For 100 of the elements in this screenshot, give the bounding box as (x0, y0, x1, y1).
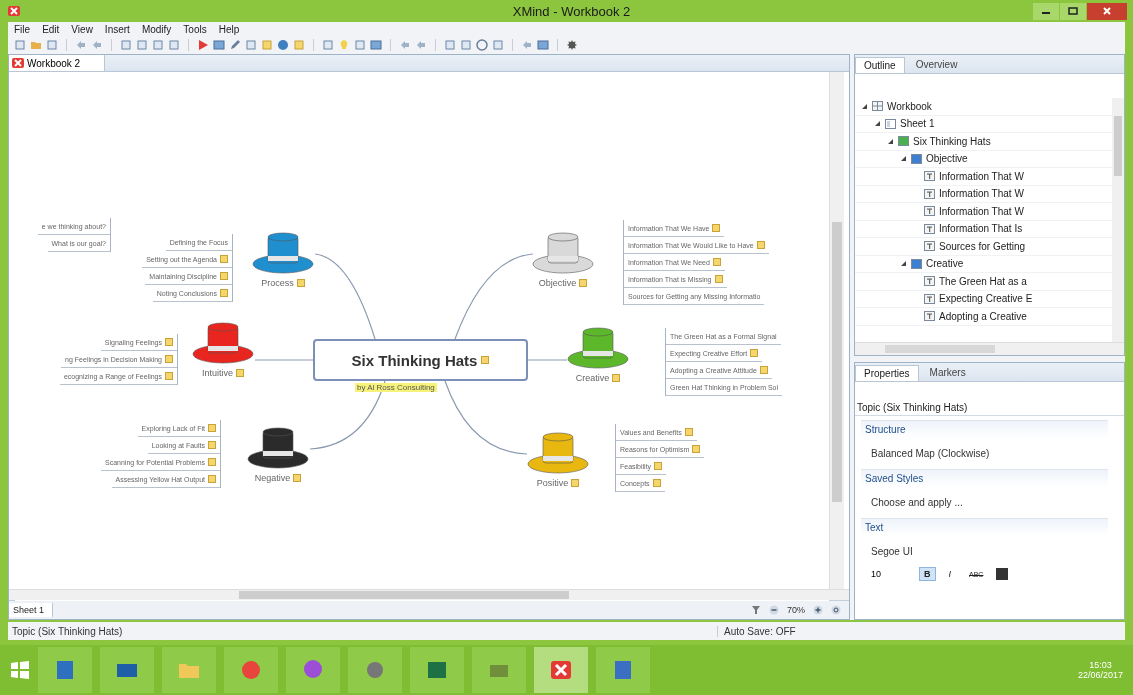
square-icon[interactable] (460, 39, 472, 51)
taskbar-button[interactable] (596, 647, 650, 693)
tree-item[interactable]: The Green Hat as a (939, 275, 1027, 287)
panel-tab[interactable]: Properties (855, 365, 919, 381)
expander-icon[interactable] (887, 137, 894, 145)
expander-icon[interactable] (861, 102, 868, 110)
square-icon[interactable] (136, 39, 148, 51)
font-dropdown[interactable]: Segoe UI (861, 542, 1108, 561)
zoom-fit-icon[interactable] (831, 605, 841, 615)
taskbar-button[interactable] (38, 647, 92, 693)
picture-icon[interactable] (370, 39, 382, 51)
bulb-icon[interactable] (338, 39, 350, 51)
topic-label[interactable]: Intuitive (202, 368, 233, 378)
editor-tab[interactable]: Workbook 2 (9, 55, 106, 71)
text-topic-icon (924, 223, 935, 234)
central-topic[interactable]: Six Thinking Hats (313, 339, 528, 381)
picture-icon[interactable] (213, 39, 225, 51)
topic-label[interactable]: Creative (575, 373, 610, 383)
tree-item[interactable]: Information That W (939, 188, 1024, 200)
globe-icon[interactable] (277, 39, 289, 51)
properties-heading: Topic (Six Thinking Hats) (855, 382, 1124, 416)
expander-icon[interactable] (900, 155, 907, 163)
topic-label[interactable]: Positive (536, 478, 569, 488)
tree-item[interactable]: Six Thinking Hats (913, 135, 991, 147)
topic-label[interactable]: Objective (538, 278, 577, 288)
panel-tab[interactable]: Overview (906, 56, 967, 73)
tree-item[interactable]: Creative (926, 258, 964, 270)
arrow-icon[interactable] (399, 39, 411, 51)
tree-item[interactable]: Sources for Getting (939, 240, 1026, 252)
scroll-thumb[interactable] (239, 591, 569, 599)
scroll-thumb[interactable] (885, 345, 995, 353)
taskbar-button[interactable] (286, 647, 340, 693)
format-button[interactable]: I (943, 567, 956, 581)
square-icon[interactable] (152, 39, 164, 51)
tree-item[interactable]: Expecting Creative E (939, 293, 1033, 305)
tree-item[interactable]: Adopting a Creative (939, 310, 1027, 322)
connector-line (527, 359, 568, 361)
menu-item[interactable]: Help (218, 24, 240, 35)
structure-dropdown[interactable]: Balanced Map (Clockwise) (861, 444, 1108, 463)
tree-item[interactable]: Objective (926, 153, 968, 165)
undo-icon[interactable] (75, 39, 87, 51)
arrow-icon[interactable] (415, 39, 427, 51)
filter-icon[interactable] (751, 605, 761, 615)
tree-item[interactable]: Information That W (939, 170, 1024, 182)
text-topic-icon (924, 206, 935, 217)
style-dropdown[interactable]: Choose and apply ... (861, 493, 1108, 512)
topic-label[interactable]: Process (261, 278, 294, 288)
scroll-thumb[interactable] (1114, 116, 1122, 176)
color-swatch[interactable] (996, 568, 1009, 580)
square-icon[interactable] (245, 39, 257, 51)
format-button[interactable]: B (919, 567, 936, 581)
menu-item[interactable]: Modify (141, 24, 172, 35)
arrow-icon[interactable] (521, 39, 533, 51)
windows-logo-icon[interactable] (10, 660, 30, 680)
tree-item[interactable]: Sheet 1 (900, 118, 935, 130)
zoom-out-icon[interactable] (769, 605, 779, 615)
text-topic-icon (924, 188, 935, 199)
font-size-field[interactable]: 10 (871, 569, 911, 579)
minimize-button[interactable] (1033, 2, 1059, 20)
clock-icon[interactable] (476, 39, 488, 51)
expander-icon[interactable] (900, 260, 907, 268)
picture-icon[interactable] (537, 39, 549, 51)
taskbar-button[interactable] (348, 647, 402, 693)
vertical-scrollbar[interactable] (829, 72, 844, 589)
taskbar-button[interactable] (534, 647, 588, 693)
taskbar-button[interactable] (100, 647, 154, 693)
note-icon[interactable] (293, 39, 305, 51)
taskbar-button[interactable] (472, 647, 526, 693)
settings-icon[interactable] (566, 39, 578, 51)
note-icon[interactable] (261, 39, 273, 51)
menu-item[interactable]: View (71, 24, 93, 35)
close-button[interactable] (1087, 2, 1127, 20)
panel-tab[interactable]: Outline (855, 57, 905, 73)
sheet-tab[interactable]: Sheet 1 (9, 603, 54, 617)
expander-icon[interactable] (874, 120, 881, 128)
menu-item[interactable]: Edit (42, 24, 60, 35)
pencil-icon[interactable] (229, 39, 241, 51)
horizontal-scrollbar[interactable] (9, 589, 849, 600)
vertical-scrollbar[interactable] (1112, 98, 1124, 342)
topic-icon (911, 258, 922, 269)
panel-tab[interactable]: Markers (920, 364, 975, 381)
topic-label[interactable]: Negative (254, 473, 291, 483)
flag-icon[interactable] (197, 39, 209, 51)
tree-item[interactable]: Workbook (887, 100, 932, 112)
taskbar-button[interactable] (224, 647, 278, 693)
topic-icon (898, 136, 909, 147)
maximize-button[interactable] (1060, 2, 1086, 20)
tree-item[interactable]: Information That Is (939, 223, 1023, 235)
menu-item[interactable]: Tools (183, 24, 207, 35)
taskbar-button[interactable] (410, 647, 464, 693)
zoom-in-icon[interactable] (813, 605, 823, 615)
square-icon[interactable] (444, 39, 456, 51)
horizontal-scrollbar[interactable] (855, 342, 1124, 355)
menu-item[interactable]: Insert (104, 24, 130, 35)
redo-icon[interactable] (91, 39, 103, 51)
tree-item[interactable]: Information That W (939, 205, 1024, 217)
scroll-thumb[interactable] (832, 222, 842, 502)
text-topic-icon (924, 311, 935, 322)
folder-icon[interactable] (30, 39, 42, 51)
menu-item[interactable]: File (14, 24, 31, 35)
